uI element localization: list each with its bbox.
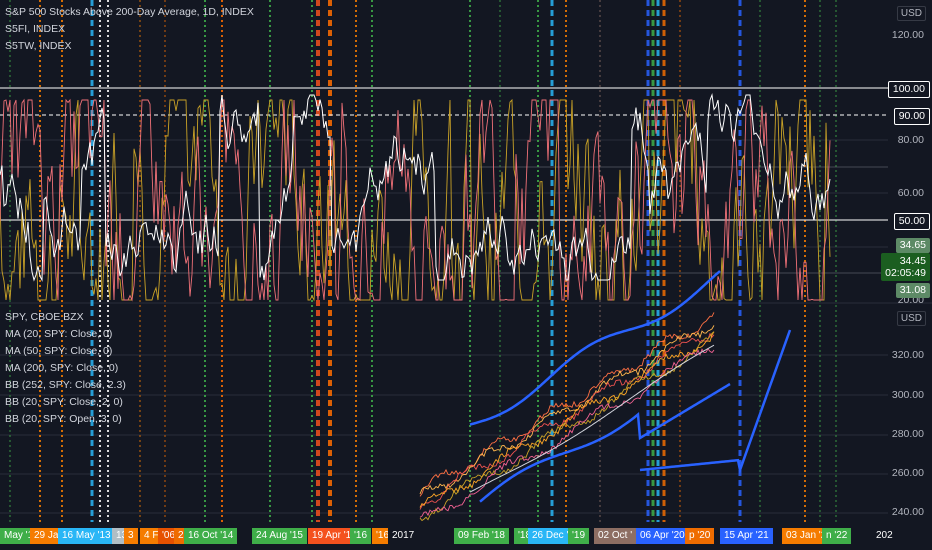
time-tag[interactable]: 202 bbox=[872, 528, 897, 544]
time-tag[interactable]: 06 Apr '20 bbox=[636, 528, 689, 544]
time-tag[interactable]: 16 May '13 bbox=[58, 528, 115, 544]
legend-s5fi[interactable]: S5FI, INDEX bbox=[5, 22, 65, 36]
price-tag-countdown: 02:05:49 bbox=[885, 267, 926, 279]
price-tag-c: 31.08 bbox=[895, 283, 930, 298]
time-tag[interactable]: 09 Feb '18 bbox=[454, 528, 509, 544]
axis-tick: 80.00 bbox=[897, 134, 924, 146]
time-tag[interactable]: 24 Aug '15 bbox=[252, 528, 307, 544]
time-tag[interactable]: 15 Apr '21 bbox=[720, 528, 773, 544]
chart-canvas[interactable] bbox=[0, 0, 932, 550]
axis-tick: 280.00 bbox=[891, 428, 924, 440]
price-tag-a: 34.65 bbox=[895, 238, 930, 253]
chart-workspace[interactable]: S&P 500 Stocks Above 200-Day Average, 1D… bbox=[0, 0, 932, 550]
legend-bb20-close[interactable]: BB (20, SPY: Close, 2, 0) bbox=[5, 395, 123, 409]
legend-title-s5th[interactable]: S&P 500 Stocks Above 200-Day Average, 1D… bbox=[5, 5, 254, 19]
axis-tick: 300.00 bbox=[891, 389, 924, 401]
time-tag[interactable]: 3 bbox=[124, 528, 138, 544]
legend-ma200[interactable]: MA (200, SPY: Close, 0) bbox=[5, 361, 118, 375]
currency-label-bottom[interactable]: USD bbox=[896, 311, 926, 326]
time-tag[interactable]: 16 Oct '14 bbox=[184, 528, 238, 544]
price-tag-current-value: 34.45 bbox=[899, 255, 926, 267]
time-tag[interactable]: n '22 bbox=[822, 528, 852, 544]
legend-s5tw[interactable]: S5TW, INDEX bbox=[5, 39, 72, 53]
time-tag[interactable]: '19 bbox=[568, 528, 590, 544]
price-tag-current: 34.45 02:05:49 bbox=[881, 253, 930, 281]
legend-bb20-open[interactable]: BB (20, SPY: Open, 3, 0) bbox=[5, 412, 122, 426]
legend-ma50[interactable]: MA (50, SPY: Close, 0) bbox=[5, 344, 112, 358]
time-tag[interactable]: 02 Oct ' bbox=[594, 528, 637, 544]
legend-spy[interactable]: SPY, CBOE BZX bbox=[5, 310, 84, 324]
bb252-lower[interactable] bbox=[479, 382, 731, 503]
axis-tick: 320.00 bbox=[891, 349, 924, 361]
axis-tick: 120.00 bbox=[891, 29, 924, 41]
time-tag[interactable]: '16 bbox=[350, 528, 372, 544]
time-tag[interactable]: p '20 bbox=[685, 528, 715, 544]
series-s5tw[interactable] bbox=[0, 98, 831, 302]
time-tag[interactable]: 2017 bbox=[388, 528, 419, 544]
currency-label-top[interactable]: USD bbox=[896, 6, 926, 21]
legend-ma20[interactable]: MA (20, SPY: Close, 0) bbox=[5, 327, 112, 341]
axis-tick: 260.00 bbox=[891, 467, 924, 479]
legend-bb252[interactable]: BB (252, SPY: Close, 2.3) bbox=[5, 378, 126, 392]
level-100-label[interactable]: 100.00 bbox=[887, 81, 930, 98]
bb20-band[interactable] bbox=[419, 348, 715, 518]
level-50-label[interactable]: 50.00 bbox=[893, 213, 930, 230]
ma200-line[interactable] bbox=[469, 344, 715, 493]
axis-tick: 60.00 bbox=[897, 187, 924, 199]
level-90-label[interactable]: 90.00 bbox=[893, 108, 930, 125]
axis-tick: 240.00 bbox=[891, 506, 924, 518]
